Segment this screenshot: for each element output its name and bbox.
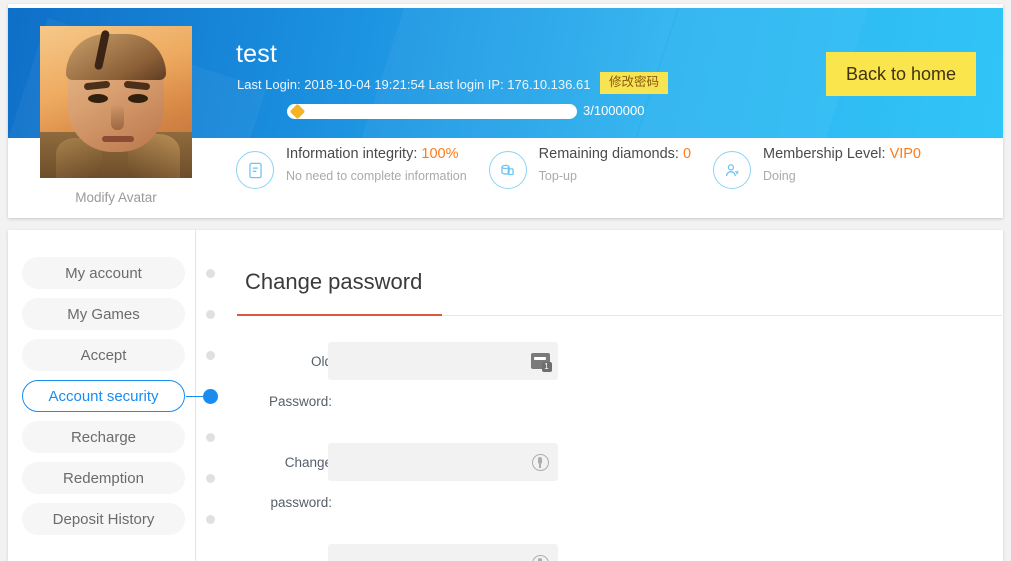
change-password-form: Old Password: Change password: [237,342,997,561]
stat-title-text: Membership Level: [763,146,890,162]
progress-knob [289,103,306,120]
progress-track [287,103,577,120]
label-line-2: Password: [268,394,332,409]
sidebar-item-label: My account [65,264,142,282]
document-icon [236,151,274,189]
title-divider-accent [237,314,442,316]
sidebar-item-redemption[interactable]: Redemption [22,462,215,494]
back-to-home-button[interactable]: Back to home [826,52,977,96]
avatar[interactable] [40,26,192,178]
microphone-icon[interactable] [529,552,551,561]
sidebar-dot [206,309,215,319]
stat-title: Information integrity: 100% [286,146,467,162]
diamond-stack-icon [488,151,527,189]
profile-card: Modify Avatar test Last Login: 2018-10-0… [8,4,1003,218]
form-row-confirm-password [237,544,997,561]
stat-title-value: 100% [421,146,459,162]
progress-label: 3/1000000 [583,103,645,118]
microphone-icon[interactable] [529,451,551,473]
sidebar-item-label: My Games [67,305,140,323]
stat-information-integrity: Information integrity: 100% No need to c… [236,146,467,189]
stat-remaining-diamonds: Remaining diamonds: 0 Top-up [488,146,691,189]
sidebar-dot [206,268,215,278]
modify-avatar-link[interactable]: Modify Avatar [40,190,192,205]
last-login-info: Last Login: 2018-10-04 19:21:54 Last log… [237,77,591,92]
stat-text: Membership Level: VIP0 Doing [763,146,921,183]
sidebar-item-label: Recharge [70,428,137,446]
page-root: Modify Avatar test Last Login: 2018-10-0… [0,0,1011,561]
confirm-password-input[interactable] [328,544,558,561]
sidebar-dot [206,432,215,442]
stat-text: Remaining diamonds: 0 Top-up [539,146,691,183]
change-password-badge[interactable]: 修改密码 [600,72,669,94]
sidebar-item-my-games[interactable]: My Games [22,298,215,330]
stat-title-text: Remaining diamonds: [538,146,683,162]
stat-title-text: Information integrity: [286,146,422,162]
sidebar-item-account-security[interactable]: Account security [22,380,218,412]
sidebar-item-label: Account security [48,387,159,405]
experience-progress: 3/1000000 [287,103,644,120]
old-password-input[interactable] [328,342,558,380]
sidebar-nav: My account My Games Accept Account secur… [22,257,218,544]
stat-title: Remaining diamonds: 0 [539,146,691,162]
sidebar-item-label: Deposit History [52,510,155,528]
sidebar-item-accept[interactable]: Accept [22,339,215,371]
avatar-image [40,26,192,178]
stat-subtext[interactable]: No need to complete information [286,169,467,183]
sidebar-item-deposit-history[interactable]: Deposit History [22,503,215,535]
stats-row: Information integrity: 100% No need to c… [236,146,921,189]
sidebar-item-my-account[interactable]: My account [22,257,215,289]
form-row-new-password: Change password: [237,443,997,544]
stat-subtext[interactable]: Doing [763,169,921,183]
sidebar-item-label: Redemption [63,469,144,487]
change-password-label: Change password: [237,443,332,523]
stat-title-value: VIP0 [889,146,921,162]
form-row-old-password: Old Password: [237,342,997,443]
stat-text: Information integrity: 100% No need to c… [286,146,467,183]
user-vip-icon [713,151,752,189]
content-card: My account My Games Accept Account secur… [8,230,1003,561]
label-line-1: Change [284,455,332,470]
page-title: Change password [245,269,423,294]
stat-membership-level: Membership Level: VIP0 Doing [713,146,921,189]
sidebar-dot [206,473,215,483]
keyboard-ime-icon[interactable] [529,350,552,372]
username-label: test [236,40,278,68]
old-password-label: Old Password: [237,342,332,422]
label-line-2: password: [270,495,332,510]
new-password-input[interactable] [328,443,558,481]
stat-title: Membership Level: VIP0 [763,146,921,162]
sidebar-item-recharge[interactable]: Recharge [22,421,215,453]
sidebar-dot [206,350,215,360]
stat-subtext[interactable]: Top-up [539,169,691,183]
sidebar-item-label: Accept [80,346,127,364]
stat-title-value: 0 [682,146,692,162]
